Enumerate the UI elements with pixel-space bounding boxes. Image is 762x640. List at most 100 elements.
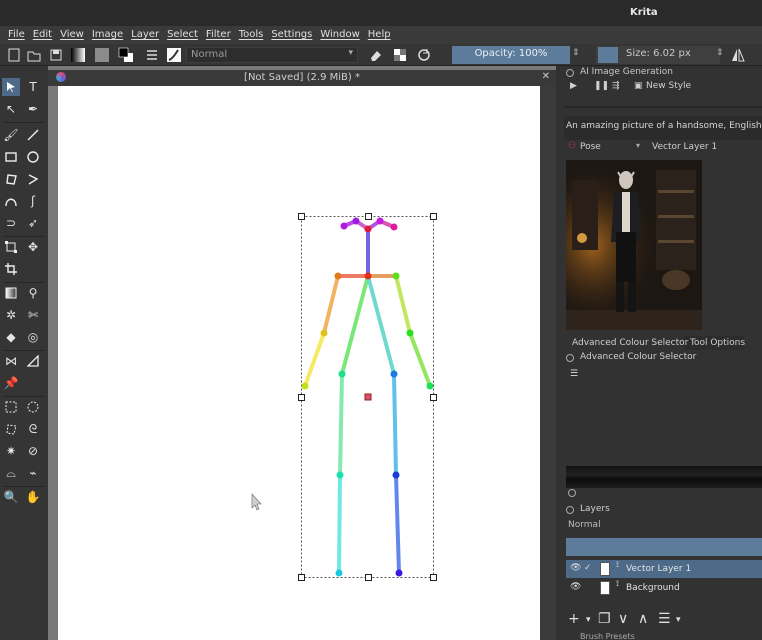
dock-float-icon[interactable] [566,354,574,362]
layer-opacity-slider[interactable] [566,538,762,556]
contiguous-selection-tool[interactable]: ✷ [2,442,20,460]
transform-tool[interactable] [2,238,20,256]
prompt-textarea[interactable]: An amazing picture of a handsome, Englis… [564,116,762,140]
layer-name: Background [626,583,680,593]
pan-tool[interactable]: ✋ [24,488,42,506]
close-icon[interactable]: ✕ [542,71,550,82]
freehand-brush-tool[interactable]: 🖌 [2,126,20,144]
polygon-tool[interactable] [2,170,20,188]
blend-mode-select[interactable]: Normal ▾ [186,47,358,63]
dock-float-icon[interactable] [566,506,574,514]
pattern-preset-icon[interactable] [94,47,110,63]
reference-images-tool[interactable]: 📌 [2,374,20,392]
brush-size-slider[interactable]: Size: 6.02 px [596,46,720,64]
bezier-curve-tool[interactable] [2,192,20,210]
canvas-scrollbar[interactable] [540,86,556,640]
measure-tool[interactable] [24,352,42,370]
canvas-paper[interactable] [58,86,540,640]
control-type-select[interactable]: Pose [580,142,601,152]
menu-layer[interactable]: Layer [127,26,163,44]
freehand-selection-tool[interactable]: ᘓ [24,420,42,438]
menu-edit[interactable]: Edit [29,26,56,44]
dynamic-brush-tool[interactable]: ⊃ [2,214,20,232]
dock-float-icon[interactable] [568,489,576,497]
crop-tool[interactable] [2,260,20,278]
move-tool[interactable]: ✥ [24,238,42,256]
assistant-tool[interactable]: ⋈ [2,352,20,370]
bezier-selection-tool[interactable]: ⌓ [2,464,20,482]
size-stepper-icon[interactable]: ⇕ [716,48,724,58]
layer-row-vector-layer-1[interactable]: 👁 ✓ ⟟ Vector Layer 1 [566,560,762,578]
similar-color-selection-tool[interactable]: ⊘ [24,442,42,460]
menu-settings[interactable]: Settings [267,26,316,44]
fg-bg-color-icon[interactable] [118,47,134,63]
color-picker-tool[interactable]: ⚲ [24,284,42,302]
opacity-stepper-icon[interactable]: ⇕ [572,48,580,58]
layer-check-icon[interactable]: ✓ [584,563,592,573]
menu-filter[interactable]: Filter [202,26,235,44]
visibility-eye-icon[interactable]: 👁 [570,563,581,573]
select-shapes-tool[interactable] [2,78,20,96]
ellipse-tool[interactable] [24,148,42,166]
fill-tool[interactable]: ◆ [2,328,20,346]
colour-history-bar[interactable] [566,466,762,488]
duplicate-layer-icon[interactable]: ❐ [598,611,611,627]
add-layer-icon[interactable]: + [568,611,580,627]
tab-advanced-colour-selector[interactable]: Advanced Colour Selector [572,338,688,348]
gradient-tool[interactable] [2,284,20,302]
text-tool[interactable]: T [24,78,42,96]
line-tool[interactable] [24,126,42,144]
elliptical-selection-tool[interactable] [24,398,42,416]
move-layer-up-icon[interactable]: ∧ [638,611,648,627]
polygonal-selection-tool[interactable] [2,420,20,438]
multibrush-tool[interactable]: ➶ [24,214,42,232]
zoom-tool[interactable]: 🔍 [2,488,20,506]
dock-float-icon[interactable] [566,69,574,77]
brush-preset-icon[interactable] [166,47,182,63]
chevron-down-icon[interactable]: ▾ [586,615,591,625]
menu-select[interactable]: Select [163,26,202,44]
layer-blend-mode-select[interactable]: Normal [566,520,762,534]
menu-tools[interactable]: Tools [235,26,268,44]
save-document-icon[interactable] [48,47,64,63]
tab-tool-options[interactable]: Tool Options [690,338,745,348]
menu-image[interactable]: Image [88,26,127,44]
new-document-icon[interactable] [6,47,22,63]
document-tab[interactable]: [Not Saved] (2.9 MiB) * ✕ [48,70,556,86]
menu-help[interactable]: Help [364,26,395,44]
visibility-eye-icon[interactable]: 👁 [570,582,581,592]
control-layer-select[interactable]: Vector Layer 1 [652,142,717,152]
freehand-path-tool[interactable]: ʃ [24,192,42,210]
rectangular-selection-tool[interactable] [2,398,20,416]
generated-image-preview[interactable] [566,160,702,330]
layer-row-background[interactable]: 👁 ⟟ Background [566,579,762,597]
rectangle-tool[interactable] [2,148,20,166]
polyline-tool[interactable] [24,170,42,188]
chevron-down-icon[interactable]: ▾ [676,615,681,625]
queue-icon[interactable]: ⇶ [612,81,620,91]
open-document-icon[interactable] [26,47,42,63]
opacity-slider[interactable]: Opacity: 100% [452,46,570,64]
eraser-mode-icon[interactable] [368,47,384,63]
mirror-horizontal-icon[interactable] [730,47,746,63]
style-select[interactable]: New Style [646,81,691,91]
move-layer-down-icon[interactable]: ∨ [618,611,628,627]
colour-settings-icon[interactable]: ☰ [570,369,580,379]
magnetic-selection-tool[interactable]: ⌁ [24,464,42,482]
pause-icon[interactable]: ❚❚ [594,81,609,91]
calligraphy-tool[interactable]: ✒ [24,100,42,118]
zoom-icon: 🔍 [3,490,19,504]
menu-window[interactable]: Window [316,26,363,44]
menu-view[interactable]: View [56,26,88,44]
colorize-mask-tool[interactable]: ✲ [2,306,20,324]
generate-play-icon[interactable]: ▶ [570,81,577,91]
brush-settings-icon[interactable] [144,47,160,63]
enclose-fill-tool[interactable]: ◎ [24,328,42,346]
menu-file[interactable]: File [4,26,29,44]
gradient-preset-icon[interactable] [70,47,86,63]
preserve-alpha-icon[interactable] [392,47,408,63]
reload-preset-icon[interactable] [416,47,432,63]
smart-patch-tool[interactable]: ✄ [24,306,42,324]
layer-properties-icon[interactable]: ☰ [658,611,671,627]
edit-shapes-tool[interactable]: ↖ [2,100,20,118]
